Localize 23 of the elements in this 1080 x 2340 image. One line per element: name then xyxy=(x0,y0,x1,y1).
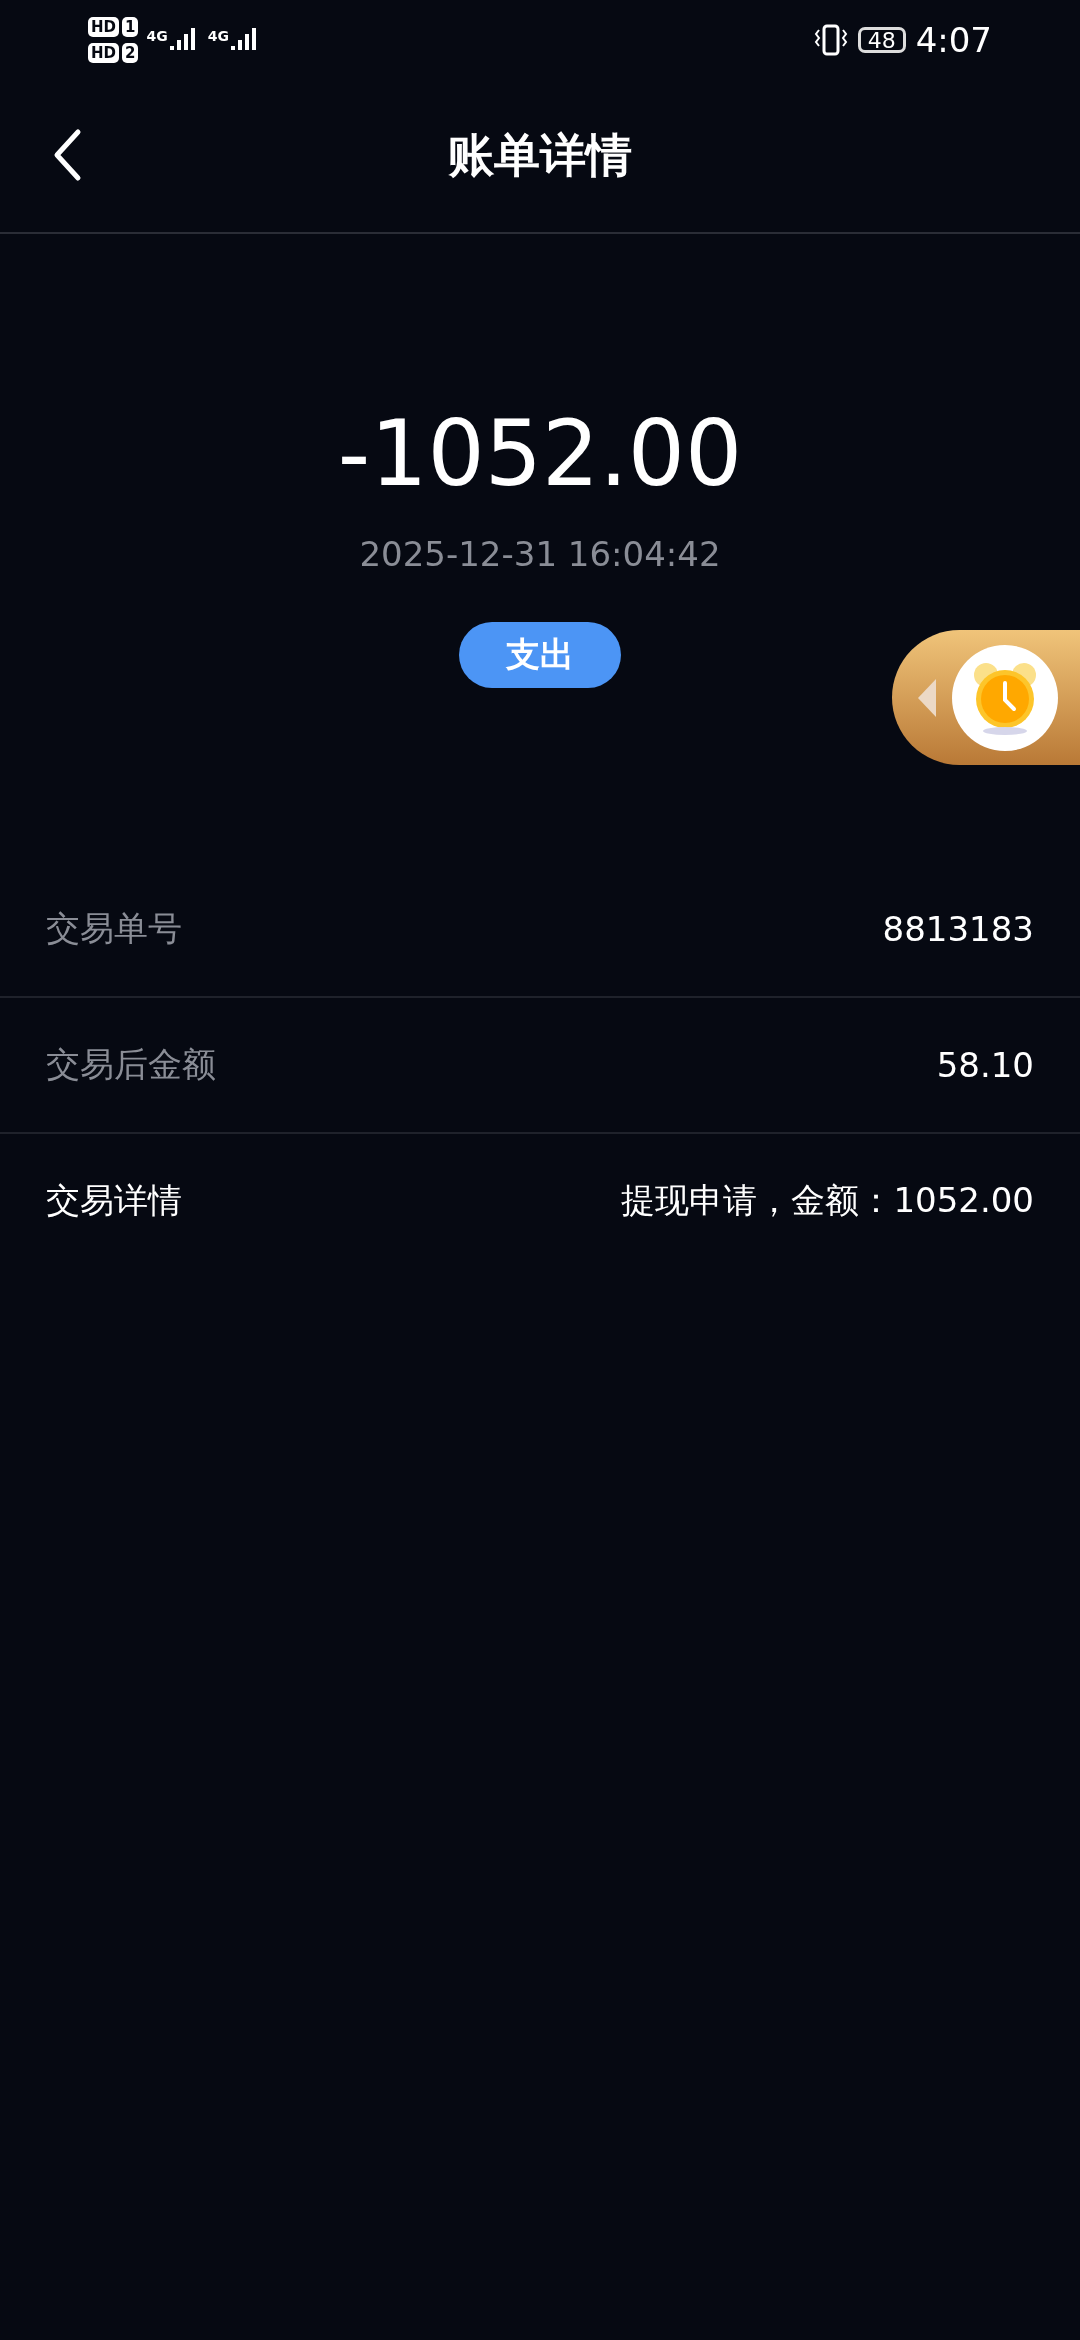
row-label: 交易详情 xyxy=(46,1179,182,1222)
caret-icon xyxy=(918,678,938,717)
row-label: 交易单号 xyxy=(46,907,182,950)
clock: 4:07 xyxy=(915,20,992,60)
alarm-clock-icon xyxy=(952,644,1058,751)
hd-badge: HD xyxy=(88,17,119,37)
network-type: 4G xyxy=(146,28,168,44)
row-value: 8813183 xyxy=(882,909,1034,949)
transaction-time: 2025-12-31 16:04:42 xyxy=(359,534,721,574)
back-icon[interactable] xyxy=(52,128,82,182)
sim-slot: 1 xyxy=(122,17,139,37)
page-title: 账单详情 xyxy=(448,127,632,184)
hd-badge: HD xyxy=(88,43,119,63)
row-label: 交易后金额 xyxy=(46,1043,216,1086)
battery-indicator: 48 xyxy=(857,27,906,53)
row-value: 提现申请，金额：1052.00 xyxy=(621,1179,1034,1222)
floating-widget[interactable] xyxy=(892,630,1080,765)
network-type: 4G xyxy=(207,28,229,44)
vibrate-icon xyxy=(813,24,848,56)
sim-slot: 2 xyxy=(122,43,139,63)
row-value: 58.10 xyxy=(936,1045,1034,1085)
type-badge: 支出 xyxy=(459,622,621,688)
amount: -1052.00 xyxy=(337,400,743,508)
